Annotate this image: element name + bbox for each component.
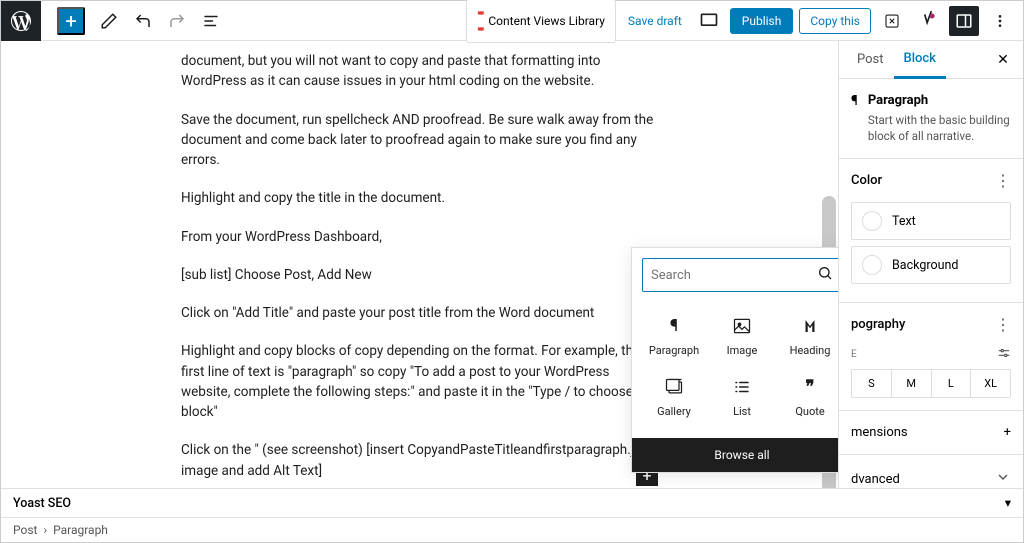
breadcrumb-root[interactable]: Post (13, 523, 37, 537)
settings-sidebar: Post Block ✕ ¶ Paragraph Start with the … (838, 41, 1023, 488)
block-option-quote[interactable]: ❞Quote (776, 367, 838, 428)
chevron-down-icon (995, 469, 1011, 488)
search-icon (817, 265, 833, 285)
paragraph-icon: ¶ (851, 93, 858, 144)
size-l[interactable]: L (932, 370, 972, 397)
settings-icon[interactable] (997, 346, 1011, 363)
color-swatch (862, 211, 882, 231)
color-panel-header[interactable]: Color⋮ (839, 159, 1023, 202)
size-m[interactable]: M (892, 370, 932, 397)
paragraph-block[interactable]: Click on "Add Title" and paste your post… (181, 303, 658, 323)
list-icon (733, 377, 751, 397)
quick-inserter-panel: ¶Paragraph Image Heading Gallery List ❞Q… (631, 247, 838, 473)
paragraph-icon: ¶ (670, 316, 678, 336)
block-option-list[interactable]: List (708, 367, 776, 428)
block-name: Paragraph (868, 93, 1011, 108)
block-inserter-button[interactable]: + (57, 7, 85, 35)
tab-post[interactable]: Post (847, 42, 894, 77)
block-search-input[interactable] (651, 268, 817, 283)
image-icon (732, 316, 752, 336)
paragraph-block[interactable]: From your WordPress Dashboard, (181, 227, 658, 247)
advanced-panel-header[interactable]: dvanced (839, 455, 1023, 488)
quote-icon: ❞ (805, 377, 814, 397)
size-label: E (851, 349, 857, 360)
block-desc-text: Start with the basic building block of a… (868, 112, 1011, 144)
paragraph-block[interactable]: Click on the " (see screenshot) [insert … (181, 440, 658, 481)
copy-this-button[interactable]: Copy this (799, 8, 871, 34)
block-option-image[interactable]: Image (708, 306, 776, 367)
close-sidebar-icon[interactable]: ✕ (991, 48, 1015, 72)
paragraph-block[interactable]: [sub list] Choose Post, Add New (181, 265, 658, 285)
publish-button[interactable]: Publish (730, 8, 794, 34)
text-color-control[interactable]: Text (851, 202, 1011, 240)
plus-icon: + (1004, 425, 1011, 440)
editor-canvas: document, but you will not want to copy … (1, 41, 838, 488)
block-option-paragraph[interactable]: ¶Paragraph (640, 306, 708, 367)
color-swatch (862, 255, 882, 275)
tab-block[interactable]: Block (894, 41, 946, 79)
dimensions-panel-header[interactable]: mensions+ (839, 411, 1023, 455)
more-options-icon[interactable]: ⋮ (995, 315, 1011, 334)
block-description: ¶ Paragraph Start with the basic buildin… (839, 79, 1023, 159)
paragraph-block[interactable]: document, but you will not want to copy … (181, 51, 658, 92)
typography-panel-header[interactable]: pography⋮ (839, 303, 1023, 346)
more-options-icon[interactable]: ⋮ (995, 171, 1011, 190)
chevron-down-icon: ▾ (1005, 495, 1011, 511)
chevron-right-icon: › (43, 523, 47, 537)
document-overview-icon[interactable] (195, 5, 227, 37)
paragraph-block[interactable]: Highlight and copy the title in the docu… (181, 188, 658, 208)
yoast-seo-panel[interactable]: Yoast SEO ▾ (1, 489, 1023, 518)
redo-icon[interactable] (161, 5, 193, 37)
size-xl[interactable]: XL (971, 370, 1010, 397)
gallery-icon (664, 377, 684, 397)
edit-tool-icon[interactable] (93, 5, 125, 37)
paragraph-block[interactable]: Save the document, run spellcheck AND pr… (181, 110, 658, 171)
wordpress-logo[interactable] (1, 1, 41, 41)
preview-icon[interactable] (694, 6, 724, 36)
size-s[interactable]: S (852, 370, 892, 397)
paragraph-block[interactable]: Highlight and copy blocks of copy depend… (181, 341, 658, 422)
heading-icon (801, 316, 819, 336)
content-views-library-button[interactable]: ▪▪▪▪Content Views Library (466, 0, 616, 43)
browse-all-button[interactable]: Browse all (632, 438, 838, 472)
settings-sidebar-toggle-icon[interactable] (949, 6, 979, 36)
block-breadcrumb: Post › Paragraph (1, 518, 1023, 542)
background-color-control[interactable]: Background (851, 246, 1011, 284)
block-option-gallery[interactable]: Gallery (640, 367, 708, 428)
yoast-icon[interactable] (913, 6, 943, 36)
options-menu-icon[interactable] (985, 6, 1015, 36)
save-draft-button[interactable]: Save draft (622, 10, 688, 32)
jetpack-icon[interactable] (877, 6, 907, 36)
undo-icon[interactable] (127, 5, 159, 37)
block-option-heading[interactable]: Heading (776, 306, 838, 367)
top-toolbar: + ▪▪▪▪Content Views Library Save draft P… (1, 1, 1023, 41)
breadcrumb-current[interactable]: Paragraph (53, 523, 108, 537)
